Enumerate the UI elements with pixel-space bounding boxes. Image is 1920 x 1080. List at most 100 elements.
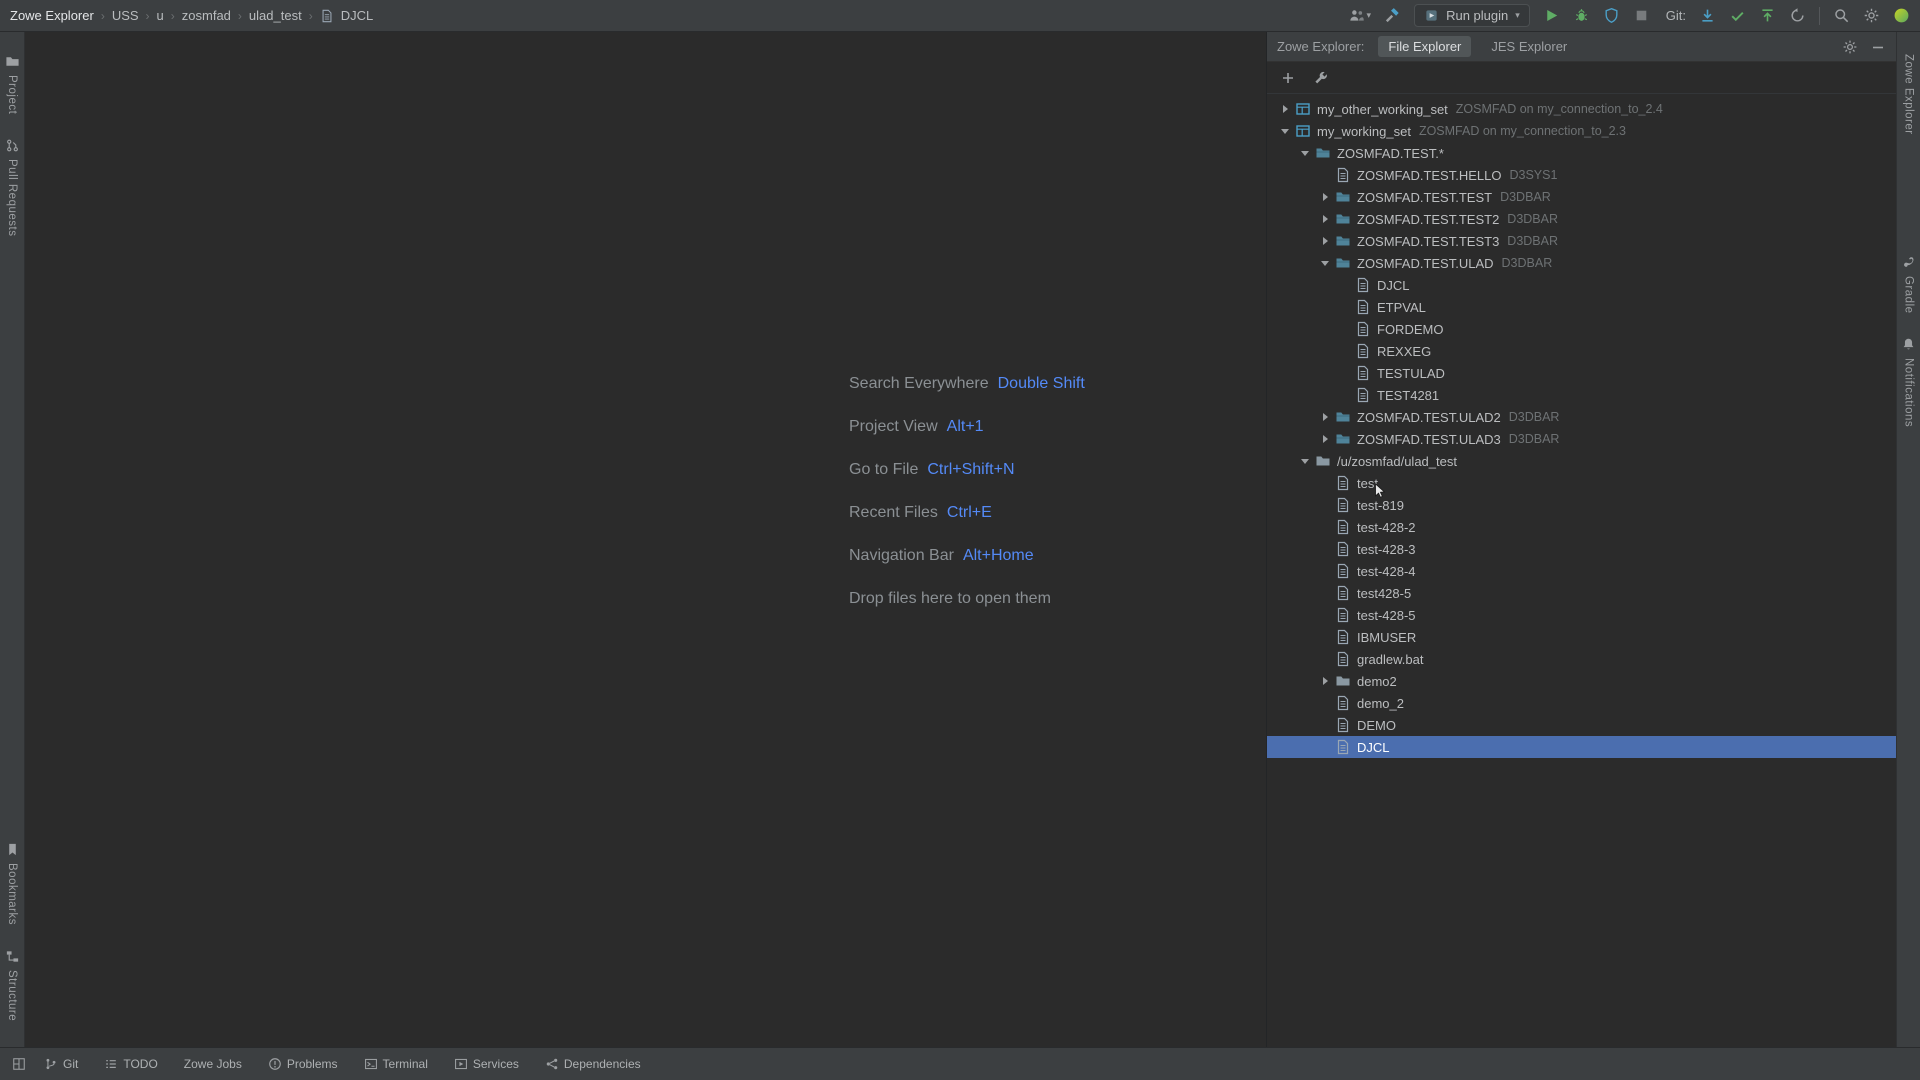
chevron-down-icon[interactable] xyxy=(1277,123,1293,139)
breadcrumb-item[interactable]: USS xyxy=(112,8,139,23)
tree-item-label: my_other_working_set xyxy=(1317,102,1448,117)
file-icon xyxy=(1335,519,1351,535)
tree-item-zosmfad-test-ulad[interactable]: ZOSMFAD.TEST.ULADD3DBAR xyxy=(1267,252,1896,274)
tree-item-test-428-2[interactable]: test-428-2 xyxy=(1267,516,1896,538)
tool-button-pull-requests[interactable]: Pull Requests xyxy=(5,138,20,236)
chevron-down-icon[interactable] xyxy=(1297,453,1313,469)
chevron-right-icon[interactable] xyxy=(1317,189,1333,205)
tree-item-etpval[interactable]: ETPVAL xyxy=(1267,296,1896,318)
chevron-right-icon[interactable] xyxy=(1317,673,1333,689)
run-config-selector[interactable]: Run plugin▾ xyxy=(1414,4,1530,27)
tree-item-demo-2[interactable]: demo_2 xyxy=(1267,692,1896,714)
stop-button[interactable] xyxy=(1633,7,1650,24)
tree-item-zosmfad-test[interactable]: ZOSMFAD.TEST.* xyxy=(1267,142,1896,164)
breadcrumb-item[interactable]: ulad_test xyxy=(249,8,302,23)
breadcrumb-item[interactable]: DJCL xyxy=(341,8,374,23)
minimize-icon[interactable] xyxy=(1870,39,1886,55)
tree-item-label: ETPVAL xyxy=(1377,300,1426,315)
tree-item-zosmfad-test-hello[interactable]: ZOSMFAD.TEST.HELLOD3SYS1 xyxy=(1267,164,1896,186)
tree-item-djcl[interactable]: DJCL xyxy=(1267,736,1896,758)
commit-button[interactable] xyxy=(1729,7,1746,24)
tree-item-zosmfad-test-test3[interactable]: ZOSMFAD.TEST.TEST3D3DBAR xyxy=(1267,230,1896,252)
tree-item-zosmfad-test-ulad2[interactable]: ZOSMFAD.TEST.ULAD2D3DBAR xyxy=(1267,406,1896,428)
chevron-right-icon[interactable] xyxy=(1317,409,1333,425)
tree-item-u-zosmfad-ulad-test[interactable]: /u/zosmfad/ulad_test xyxy=(1267,450,1896,472)
chevron-right-icon[interactable] xyxy=(1277,101,1293,117)
file-icon xyxy=(1335,739,1351,755)
push-icon xyxy=(1759,7,1776,24)
tab-jes-explorer[interactable]: JES Explorer xyxy=(1481,36,1577,57)
hammer-button[interactable] xyxy=(1384,7,1401,24)
status-item-label: Zowe Jobs xyxy=(184,1057,242,1071)
tool-button-notifications[interactable]: Notifications xyxy=(1901,337,1916,427)
tool-button-zowe-explorer[interactable]: Zowe Explorer xyxy=(1903,54,1915,135)
profile-button[interactable] xyxy=(1893,7,1910,24)
tool-button-project[interactable]: Project xyxy=(5,54,20,114)
chevron-right-icon[interactable] xyxy=(1317,211,1333,227)
tree-item-testulad[interactable]: TESTULAD xyxy=(1267,362,1896,384)
chevron-right-icon[interactable] xyxy=(1317,431,1333,447)
status-item-zowe-jobs[interactable]: Zowe Jobs xyxy=(184,1057,242,1071)
status-item-services[interactable]: Services xyxy=(454,1057,519,1071)
tree-item-djcl[interactable]: DJCL xyxy=(1267,274,1896,296)
tool-button-structure[interactable]: Structure xyxy=(5,949,20,1021)
status-item-dependencies[interactable]: Dependencies xyxy=(545,1057,641,1071)
tree-item-demo[interactable]: DEMO xyxy=(1267,714,1896,736)
tree-item-gradlew-bat[interactable]: gradlew.bat xyxy=(1267,648,1896,670)
wrench-icon[interactable] xyxy=(1313,70,1329,86)
gear-icon[interactable] xyxy=(1842,39,1858,55)
chevron-spacer xyxy=(1317,629,1333,645)
tree-item-zosmfad-test-test2[interactable]: ZOSMFAD.TEST.TEST2D3DBAR xyxy=(1267,208,1896,230)
status-item-problems[interactable]: Problems xyxy=(268,1057,338,1071)
tree-item-test4281[interactable]: TEST4281 xyxy=(1267,384,1896,406)
tool-button-bookmarks[interactable]: Bookmarks xyxy=(5,842,20,925)
chevron-down-icon[interactable] xyxy=(1297,145,1313,161)
tree-item-zosmfad-test-test[interactable]: ZOSMFAD.TEST.TESTD3DBAR xyxy=(1267,186,1896,208)
tree-item-fordemo[interactable]: FORDEMO xyxy=(1267,318,1896,340)
breadcrumb-item[interactable]: u xyxy=(157,8,164,23)
plugin-icon xyxy=(1424,8,1439,23)
update-project-button[interactable] xyxy=(1699,7,1716,24)
project-icon xyxy=(5,54,20,69)
tree-item-demo2[interactable]: demo2 xyxy=(1267,670,1896,692)
breadcrumb-item[interactable]: Zowe Explorer xyxy=(10,8,94,23)
tree-item-label: FORDEMO xyxy=(1377,322,1443,337)
tree-item-test428-5[interactable]: test428-5 xyxy=(1267,582,1896,604)
tree-item-rexxeg[interactable]: REXXEG xyxy=(1267,340,1896,362)
tree-item-my-working-set[interactable]: my_working_setZOSMFAD on my_connection_t… xyxy=(1267,120,1896,142)
users-button[interactable]: ▾ xyxy=(1348,7,1372,24)
tree-item-test-428-3[interactable]: test-428-3 xyxy=(1267,538,1896,560)
plus-icon[interactable] xyxy=(1280,70,1296,86)
status-item-git[interactable]: Git xyxy=(44,1057,78,1071)
tool-button-gradle[interactable]: Gradle xyxy=(1901,255,1916,314)
tree-item-test-819[interactable]: test-819 xyxy=(1267,494,1896,516)
chevron-down-icon[interactable] xyxy=(1317,255,1333,271)
title-bar: Zowe Explorer›USS›u›zosmfad›ulad_test›DJ… xyxy=(0,0,1920,32)
hint-shortcut: Ctrl+E xyxy=(947,504,992,522)
breadcrumb-item[interactable]: zosmfad xyxy=(182,8,231,23)
mouse-cursor xyxy=(1372,480,1389,502)
tree-item-zosmfad-test-ulad3[interactable]: ZOSMFAD.TEST.ULAD3D3DBAR xyxy=(1267,428,1896,450)
dataset-member-icon xyxy=(1355,277,1371,293)
settings-button[interactable] xyxy=(1863,7,1880,24)
history-button[interactable] xyxy=(1789,7,1806,24)
tree-item-test-428-5[interactable]: test-428-5 xyxy=(1267,604,1896,626)
status-item-terminal[interactable]: Terminal xyxy=(364,1057,428,1071)
tree-item-test[interactable]: test xyxy=(1267,472,1896,494)
main-toolbar: ▾Run plugin▾Git: xyxy=(1348,4,1910,27)
tab-file-explorer[interactable]: File Explorer xyxy=(1378,36,1471,57)
tree-item-ibmuser[interactable]: IBMUSER xyxy=(1267,626,1896,648)
search-button[interactable] xyxy=(1833,7,1850,24)
tree-item-my-other-working-set[interactable]: my_other_working_setZOSMFAD on my_connec… xyxy=(1267,98,1896,120)
tree-item-test-428-4[interactable]: test-428-4 xyxy=(1267,560,1896,582)
hint-shortcut: Alt+Home xyxy=(963,547,1034,565)
chevron-spacer xyxy=(1337,387,1353,403)
chevron-right-icon[interactable] xyxy=(1317,233,1333,249)
status-item-label: Git xyxy=(63,1057,78,1071)
coverage-button[interactable] xyxy=(1603,7,1620,24)
run-button[interactable] xyxy=(1543,7,1560,24)
push-button[interactable] xyxy=(1759,7,1776,24)
debug-button[interactable] xyxy=(1573,7,1590,24)
status-item-todo[interactable]: TODO xyxy=(104,1057,157,1071)
tool-switcher-icon[interactable] xyxy=(12,1057,26,1071)
